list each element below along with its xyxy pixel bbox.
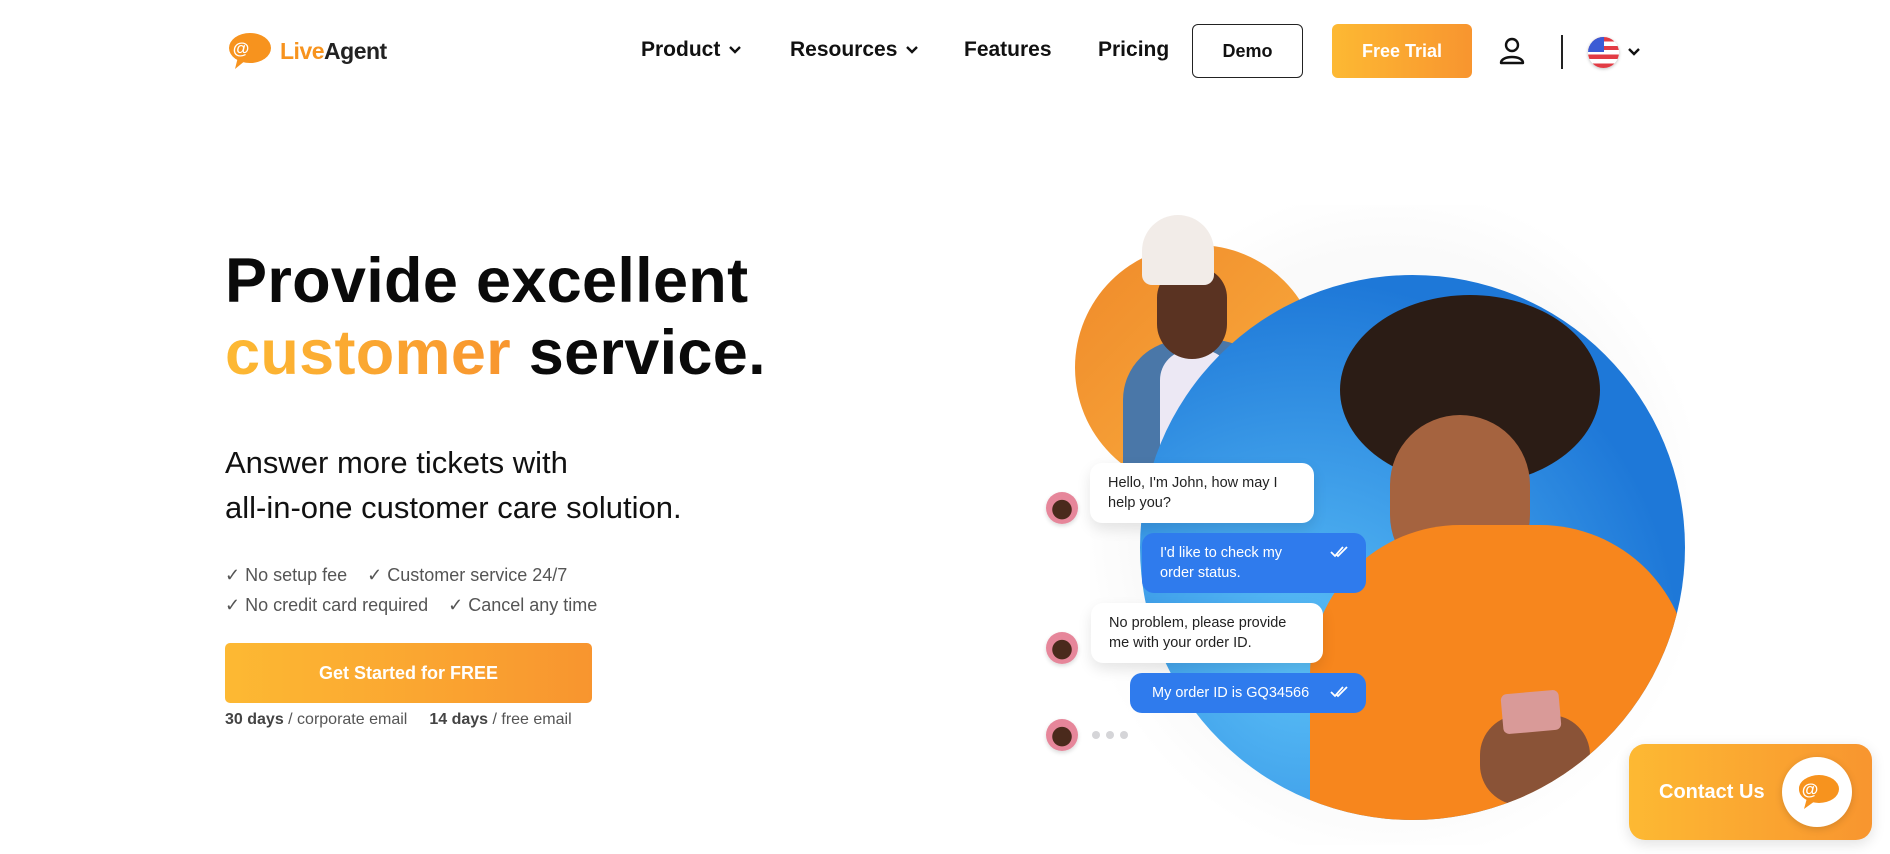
chat-at-icon: @	[1782, 757, 1852, 827]
trial-note-free: 14 days / free email	[429, 711, 571, 729]
nav-pricing[interactable]: Pricing	[1098, 38, 1169, 62]
contact-us-label: Contact Us	[1659, 780, 1765, 803]
chat-message-text: My order ID is GQ34566	[1152, 685, 1310, 701]
chevron-down-icon	[729, 46, 742, 54]
trial-note-corporate: 30 days / corporate email	[225, 711, 407, 729]
trial-type: / free email	[488, 711, 572, 728]
nav-product[interactable]: Product	[641, 38, 742, 62]
headline-accent: customer	[225, 318, 511, 388]
free-trial-button[interactable]: Free Trial	[1332, 24, 1472, 78]
contact-us-widget[interactable]: Contact Us @	[1629, 744, 1872, 840]
headline-line1: Provide excellent	[225, 246, 749, 316]
chat-message-agent: No problem, please provide me with your …	[1091, 603, 1323, 663]
headline-rest: service.	[511, 318, 766, 388]
logo-chat-at-icon: @	[229, 33, 271, 69]
svg-text:@: @	[233, 39, 250, 58]
nav-divider	[1561, 35, 1563, 69]
chat-message-customer: My order ID is GQ34566	[1130, 673, 1366, 713]
nav-features[interactable]: Features	[964, 38, 1052, 62]
get-started-button[interactable]: Get Started for FREE	[225, 643, 592, 703]
hero-subtitle: Answer more tickets with all-in-one cust…	[225, 440, 682, 530]
phone	[1500, 689, 1562, 735]
check-item: ✓ No setup fee	[225, 565, 348, 585]
agent-beanie	[1142, 215, 1214, 285]
typing-indicator	[1092, 731, 1128, 739]
logo-text-live: Live	[280, 37, 325, 64]
subtitle-line1: Answer more tickets with	[225, 445, 568, 480]
page: @ LiveAgent Product Resources Features P…	[0, 0, 1890, 854]
checklist-row: ✓ No setup fee ✓ Customer service 24/7	[225, 560, 597, 590]
agent-avatar	[1046, 719, 1078, 751]
chat-message-agent: Hello, I'm John, how may I help you?	[1090, 463, 1314, 523]
chevron-down-icon	[906, 46, 919, 54]
nav-resources-label: Resources	[790, 38, 898, 61]
nav-product-label: Product	[641, 38, 721, 61]
trial-type: / corporate email	[283, 711, 408, 728]
trial-note: 30 days / corporate email 14 days / free…	[225, 711, 572, 729]
logo-text: LiveAgent	[280, 38, 387, 65]
svg-text:@: @	[1802, 780, 1819, 799]
double-check-icon	[1330, 546, 1348, 558]
us-flag-icon[interactable]	[1588, 37, 1619, 68]
chat-message-customer: I'd like to check my order status.	[1142, 533, 1366, 593]
checklist-row: ✓ No credit card required ✓ Cancel any t…	[225, 590, 597, 620]
trial-days: 14 days	[429, 711, 489, 728]
nav-pricing-label: Pricing	[1098, 38, 1170, 61]
agent-avatar	[1046, 492, 1078, 524]
nav-features-label: Features	[964, 38, 1052, 61]
logo-text-agent: Agent	[324, 37, 387, 64]
user-icon[interactable]	[1498, 36, 1526, 66]
check-item: ✓ No credit card required	[225, 595, 429, 615]
hero-headline: Provide excellent customer service.	[225, 245, 766, 389]
demo-button[interactable]: Demo	[1192, 24, 1303, 78]
check-item: ✓ Cancel any time	[448, 595, 598, 615]
double-check-icon	[1330, 686, 1348, 698]
hero-illustration: Hello, I'm John, how may I help you? I'd…	[1030, 195, 1690, 854]
nav-resources[interactable]: Resources	[790, 38, 919, 62]
subtitle-line2: all-in-one customer care solution.	[225, 490, 682, 525]
chat-message-text: I'd like to check my order status.	[1160, 545, 1283, 581]
language-chevron-down-icon[interactable]	[1627, 47, 1641, 57]
benefit-checklist: ✓ No setup fee ✓ Customer service 24/7 ✓…	[225, 560, 597, 620]
check-item: ✓ Customer service 24/7	[367, 565, 568, 585]
agent-avatar	[1046, 632, 1078, 664]
logo[interactable]: @ LiveAgent	[224, 31, 387, 71]
trial-days: 30 days	[225, 711, 284, 728]
